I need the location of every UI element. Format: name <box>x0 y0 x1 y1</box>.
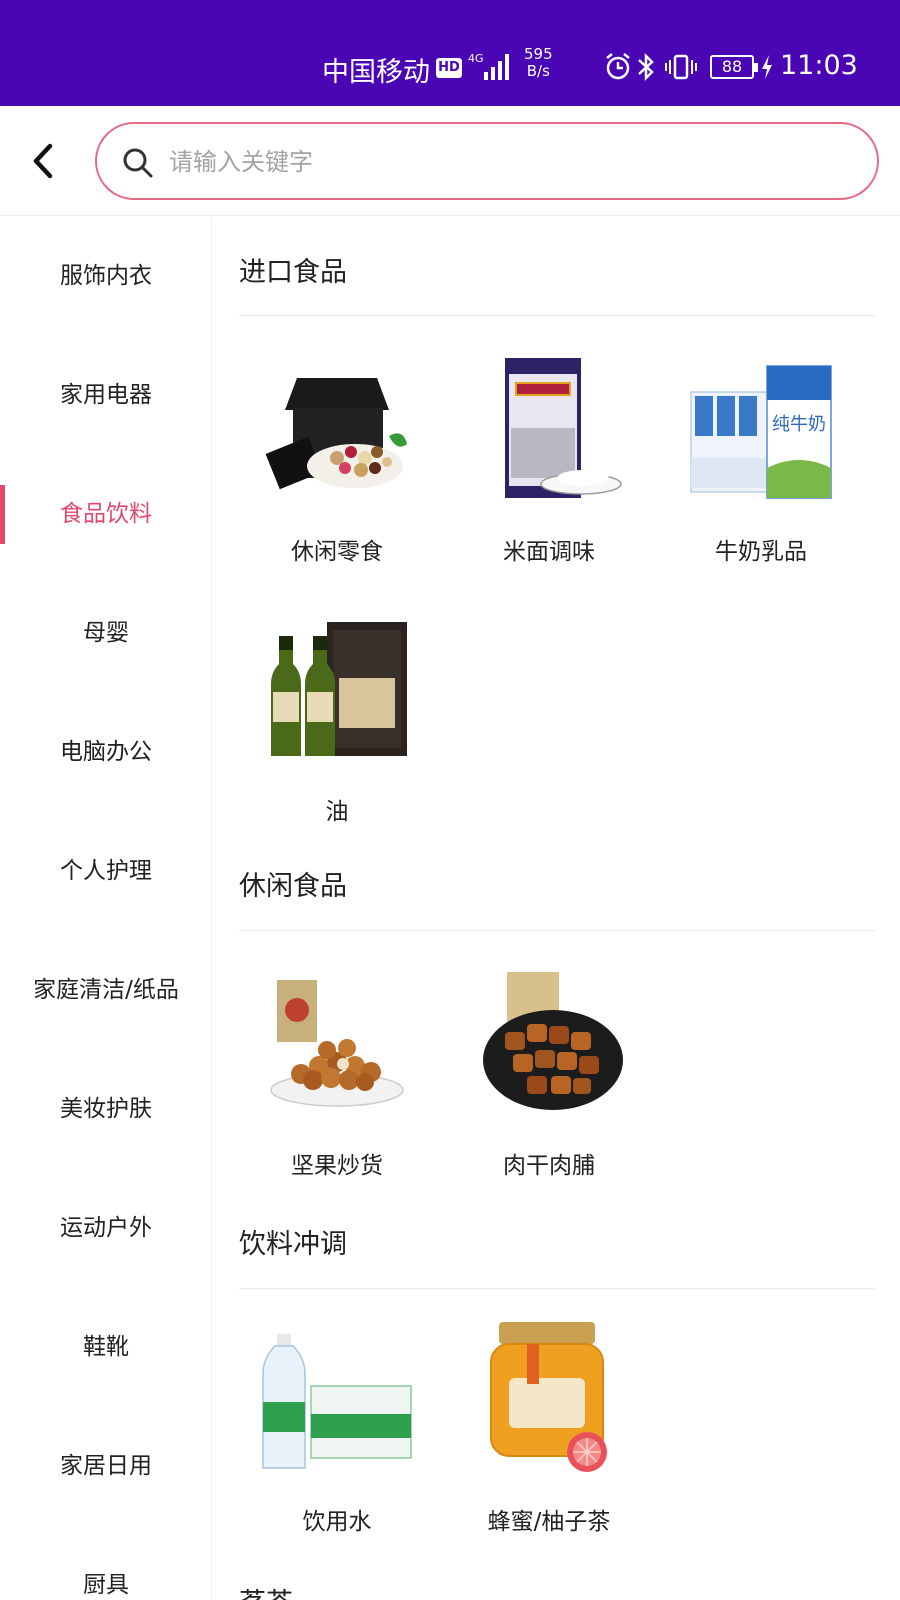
category-item-oil[interactable]: 油 <box>231 608 443 826</box>
speed-unit: B/s <box>526 62 550 80</box>
section-title: 休闲食品 <box>239 871 347 902</box>
section-divider <box>239 930 875 931</box>
svg-text:4G: 4G <box>468 52 484 65</box>
section-title: 进口食品 <box>239 257 347 288</box>
back-arrow-icon[interactable] <box>22 136 62 186</box>
item-label: 休闲零食 <box>291 539 383 565</box>
nuts-bowl-image <box>270 980 404 1107</box>
item-label: 蜂蜜/柚子茶 <box>487 1509 611 1535</box>
category-item-milk-dairy[interactable]: 纯牛奶 牛奶乳品 <box>655 348 867 566</box>
section-divider <box>239 1288 875 1289</box>
sidebar-item-personal-care[interactable]: 个人护理 <box>0 812 211 931</box>
sidebar-item-sports-outdoor[interactable]: 运动户外 <box>0 1169 211 1288</box>
sidebar-item-shoes[interactable]: 鞋靴 <box>0 1288 211 1407</box>
sidebar-item-household-cleaning[interactable]: 家庭清洁/纸品 <box>0 931 211 1050</box>
signal-icon: 4G <box>468 52 509 80</box>
item-label: 肉干肉脯 <box>503 1153 595 1179</box>
section-title: 饮料冲调 <box>239 1229 347 1260</box>
item-label: 牛奶乳品 <box>715 539 807 565</box>
sidebar-item-label: 厨具 <box>83 1572 129 1598</box>
section-title: 茗茶 <box>239 1581 293 1600</box>
sidebar-item-clothing[interactable]: 服饰内衣 <box>0 217 211 336</box>
sidebar-item-label: 家庭清洁/纸品 <box>33 977 179 1003</box>
sidebar-item-label: 美妆护肤 <box>60 1096 152 1122</box>
milk-carton-image: 纯牛奶 <box>690 365 832 499</box>
search-input[interactable] <box>169 138 769 186</box>
category-item-water[interactable]: 饮用水 <box>231 1318 443 1536</box>
rice-bag-image <box>505 358 622 498</box>
water-bottle-image <box>262 1334 412 1469</box>
sidebar-item-food-drinks[interactable]: 食品饮料 <box>0 455 211 574</box>
sidebar-item-label: 食品饮料 <box>60 501 152 527</box>
item-label: 坚果炒货 <box>291 1153 383 1179</box>
sidebar-item-computer-office[interactable]: 电脑办公 <box>0 693 211 812</box>
olive-oil-bottles-image <box>271 622 407 756</box>
category-item-jerky[interactable]: 肉干肉脯 <box>443 962 655 1180</box>
sidebar-item-appliances[interactable]: 家用电器 <box>0 336 211 455</box>
speed-value: 595 <box>524 45 553 63</box>
network-speed: 595 B/s <box>524 46 553 80</box>
svg-text:纯牛奶: 纯牛奶 <box>772 414 826 435</box>
category-content: 进口食品 休闲零食 米面调味 纯牛奶 牛奶乳品 油 休闲食品 坚果炒货 肉干肉脯… <box>212 217 900 1600</box>
clock: 11:03 <box>780 50 858 81</box>
sidebar-item-home-daily[interactable]: 家居日用 <box>0 1407 211 1526</box>
search-header <box>0 106 900 216</box>
snack-gift-box-image <box>265 378 407 490</box>
hd-badge: HD <box>436 58 462 78</box>
item-label: 油 <box>325 799 349 825</box>
jerky-bowl-image <box>483 972 623 1110</box>
search-bar[interactable] <box>95 122 879 200</box>
category-item-rice-seasoning[interactable]: 米面调味 <box>443 348 655 566</box>
category-item-snacks[interactable]: 休闲零食 <box>231 348 443 566</box>
category-item-honey-citron-tea[interactable]: 蜂蜜/柚子茶 <box>443 1318 655 1536</box>
section-divider <box>239 315 875 316</box>
sidebar-item-label: 家居日用 <box>60 1453 152 1479</box>
battery-icon: 88 <box>710 55 758 79</box>
item-label: 米面调味 <box>503 539 595 565</box>
alarm-icon <box>606 53 630 80</box>
honey-jar-image <box>490 1322 607 1472</box>
item-label: 饮用水 <box>302 1509 372 1535</box>
bluetooth-icon <box>638 52 654 82</box>
charging-icon <box>762 55 772 79</box>
sidebar-item-beauty[interactable]: 美妆护肤 <box>0 1050 211 1169</box>
search-icon <box>123 148 153 178</box>
category-sidebar: 服饰内衣 家用电器 食品饮料 母婴 电脑办公 个人护理 家庭清洁/纸品 美妆护肤… <box>0 217 212 1600</box>
sidebar-item-label: 母婴 <box>83 620 129 646</box>
category-item-nuts[interactable]: 坚果炒货 <box>231 962 443 1180</box>
sidebar-item-label: 家用电器 <box>60 382 152 408</box>
active-indicator <box>0 485 5 544</box>
sidebar-item-label: 服饰内衣 <box>60 263 152 289</box>
sidebar-item-baby[interactable]: 母婴 <box>0 574 211 693</box>
carrier-name: 中国移动 <box>322 57 430 88</box>
sidebar-item-label: 个人护理 <box>60 858 152 884</box>
sidebar-item-label: 运动户外 <box>60 1215 152 1241</box>
sidebar-item-kitchenware[interactable]: 厨具 <box>0 1526 211 1600</box>
battery-level: 88 <box>721 57 743 76</box>
status-bar: 中国移动 HD 4G 595 B/s 88 11:03 <box>0 0 900 106</box>
vibrate-icon <box>665 54 697 80</box>
sidebar-item-label: 电脑办公 <box>60 739 152 765</box>
sidebar-item-label: 鞋靴 <box>83 1334 129 1360</box>
